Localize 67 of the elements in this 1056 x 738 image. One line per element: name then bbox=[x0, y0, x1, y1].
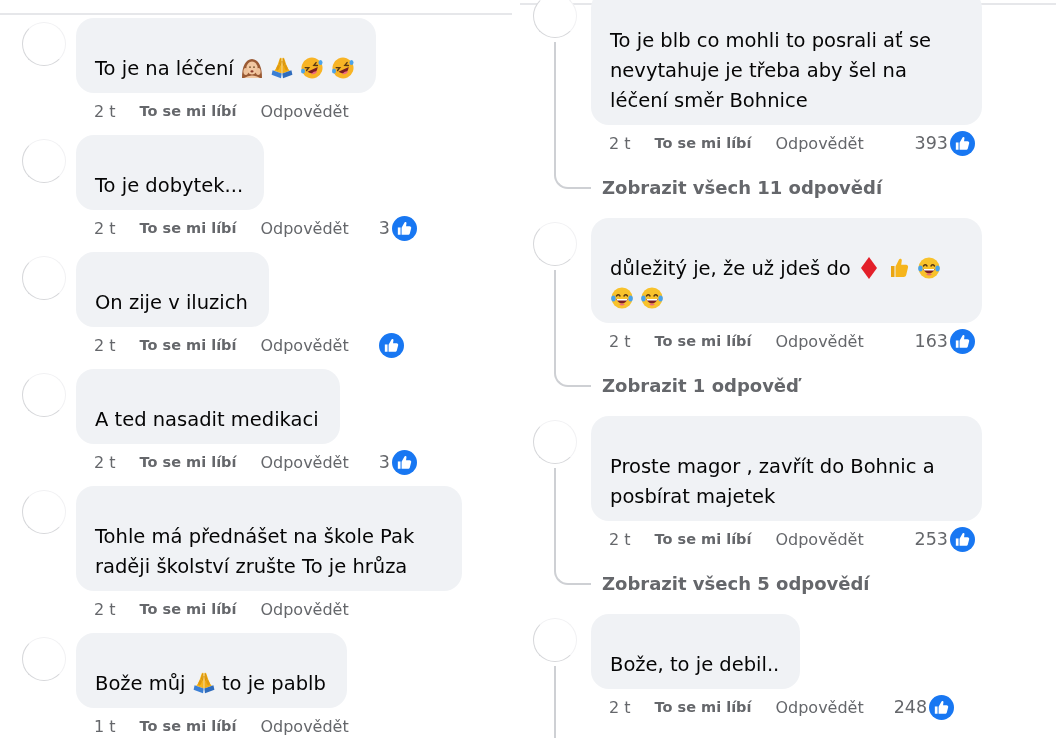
like-button[interactable]: To se mi líbí bbox=[139, 103, 237, 119]
woman-face-icon bbox=[239, 56, 264, 80]
comment-text: A ted nasadit medikaci bbox=[95, 408, 319, 431]
like-button[interactable]: To se mi líbí bbox=[654, 135, 752, 151]
like-button[interactable]: To se mi líbí bbox=[654, 531, 752, 547]
reaction-count: 393 bbox=[914, 133, 948, 153]
reaction-count: 253 bbox=[914, 529, 948, 549]
comment-text: To je blb co mohli to posrali ať se nevytahuje je třeba aby šel na léčení směr Bohnice bbox=[610, 29, 932, 112]
reply-button[interactable]: Odpovědět bbox=[260, 452, 349, 472]
avatar-placeholder bbox=[533, 0, 577, 38]
reaction-count: 163 bbox=[914, 331, 948, 351]
reply-button[interactable]: Odpovědět bbox=[775, 697, 864, 717]
avatar-placeholder bbox=[533, 618, 577, 662]
comment-text: důležitý je, že už jdeš do bbox=[610, 257, 851, 280]
comment-time: 2 t bbox=[94, 599, 116, 619]
laughing-face-icon bbox=[300, 56, 325, 80]
comment-time: 2 t bbox=[609, 529, 631, 549]
reply-button[interactable]: Odpovědět bbox=[775, 331, 864, 351]
avatar-placeholder bbox=[22, 637, 66, 681]
comment-time: 2 t bbox=[609, 133, 631, 153]
praying-hands-icon bbox=[191, 671, 216, 695]
like-button[interactable]: To se mi líbí bbox=[139, 718, 237, 734]
like-button[interactable]: To se mi líbí bbox=[654, 333, 752, 349]
laughing-face-icon bbox=[330, 56, 355, 80]
comment-time: 2 t bbox=[94, 335, 116, 355]
comment-text: to je pablb bbox=[221, 672, 326, 695]
comment-text: On zije v iluzich bbox=[95, 291, 248, 314]
comment-text: To je dobytek... bbox=[95, 174, 244, 197]
avatar-placeholder bbox=[22, 139, 66, 183]
comment-time: 2 t bbox=[94, 101, 116, 121]
comment-time: 2 t bbox=[609, 697, 631, 717]
reply-button[interactable]: Odpovědět bbox=[775, 133, 864, 153]
view-replies-link[interactable]: Zobrazit všech 11 odpovědí bbox=[602, 173, 883, 203]
praying-hands-icon bbox=[270, 56, 295, 80]
avatar-placeholder bbox=[22, 490, 66, 534]
comment-time: 2 t bbox=[94, 452, 116, 472]
like-button[interactable]: To se mi líbí bbox=[139, 601, 237, 617]
reaction-count: 3 bbox=[378, 452, 390, 472]
comment-text: Bože můj bbox=[95, 672, 186, 695]
reply-button[interactable]: Odpovědět bbox=[260, 101, 349, 121]
reaction-count: 248 bbox=[893, 697, 928, 717]
laughing-face-icon bbox=[917, 256, 942, 280]
like-button[interactable]: To se mi líbí bbox=[139, 337, 237, 353]
avatar-placeholder bbox=[533, 420, 577, 464]
comment-time: 2 t bbox=[609, 331, 631, 351]
avatar-placeholder bbox=[533, 222, 577, 266]
view-replies-link[interactable]: Zobrazit všech 5 odpovědí bbox=[602, 569, 870, 599]
like-button[interactable]: To se mi líbí bbox=[139, 454, 237, 470]
reply-button[interactable]: Odpovědět bbox=[775, 529, 864, 549]
reply-button[interactable]: Odpovědět bbox=[260, 218, 349, 238]
comment-time: 1 t bbox=[94, 716, 116, 736]
avatar-placeholder bbox=[22, 373, 66, 417]
reaction-count: 3 bbox=[378, 218, 390, 238]
comment-text: Proste magor , zavřít do Bohnic a posbírat majetek bbox=[610, 455, 935, 508]
reply-button[interactable]: Odpovědět bbox=[260, 716, 349, 736]
avatar-placeholder bbox=[22, 22, 66, 66]
laughing-face-icon bbox=[640, 286, 665, 310]
comment-text: Tohle má přednášet na škole Pak raději školství zrušte To je hrůza bbox=[95, 525, 415, 578]
like-button[interactable]: To se mi líbí bbox=[139, 220, 237, 236]
avatar-placeholder bbox=[22, 256, 66, 300]
reply-button[interactable]: Odpovědět bbox=[260, 599, 349, 619]
comment-text: Bože, to je debil.. bbox=[610, 653, 780, 676]
comment-text: To je na léčení bbox=[95, 57, 234, 80]
comment-time: 2 t bbox=[94, 218, 116, 238]
like-button[interactable]: To se mi líbí bbox=[654, 699, 752, 715]
reply-button[interactable]: Odpovědět bbox=[260, 335, 349, 355]
laughing-face-icon bbox=[610, 286, 634, 310]
